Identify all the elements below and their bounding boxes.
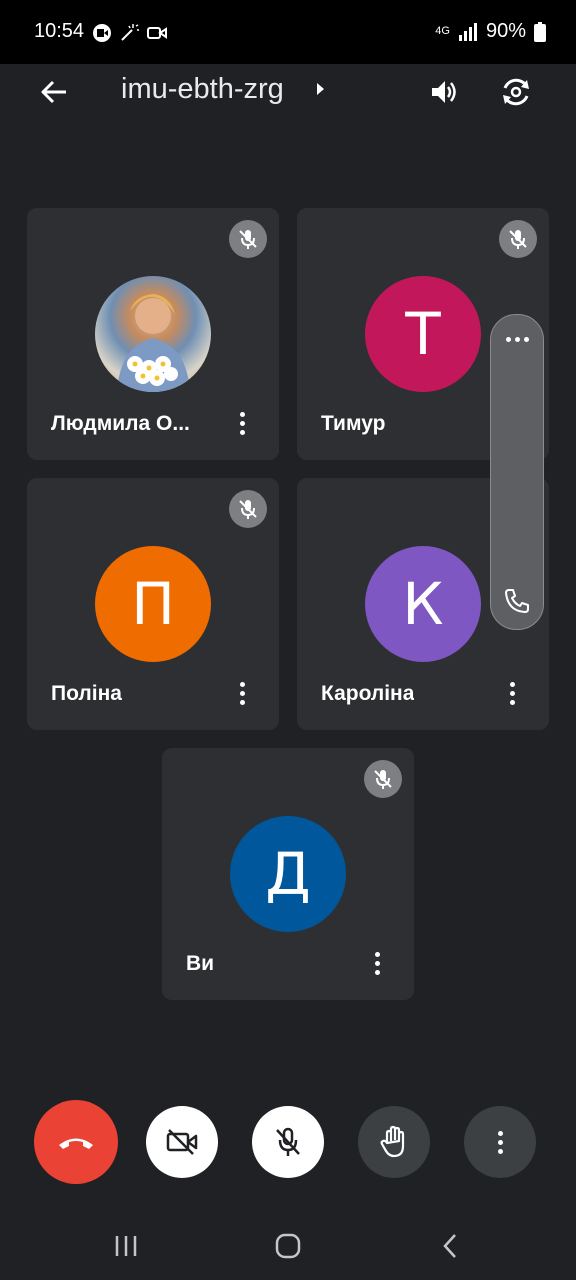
participant-tile-self[interactable]: Д Ви <box>162 748 414 1000</box>
phone-icon <box>505 589 529 613</box>
call-controls <box>0 1100 576 1184</box>
system-navigation-bar <box>0 1210 576 1280</box>
raise-hand-button[interactable] <box>358 1106 430 1178</box>
participant-more-button[interactable] <box>497 678 527 708</box>
camera-flip-icon <box>503 78 529 106</box>
mic-off-icon <box>239 500 257 519</box>
signal-icon <box>458 22 477 41</box>
network-type: 4G <box>435 25 450 37</box>
participant-photo-avatar <box>95 276 211 392</box>
magic-wand-icon <box>121 24 139 41</box>
meeting-code[interactable]: imu-ebth-zrg <box>121 73 284 106</box>
participant-more-button[interactable] <box>227 678 257 708</box>
mic-toggle-button[interactable] <box>252 1106 324 1178</box>
participant-avatar: К <box>365 546 481 662</box>
participant-avatar: П <box>95 546 211 662</box>
home-button[interactable] <box>268 1228 308 1264</box>
battery-percent: 90% <box>485 20 526 42</box>
recent-apps-icon <box>115 1236 137 1256</box>
muted-indicator <box>499 220 537 258</box>
participant-more-button[interactable] <box>227 408 257 438</box>
back-chevron-icon <box>443 1234 456 1258</box>
back-button[interactable] <box>34 72 74 112</box>
speaker-icon <box>432 81 456 103</box>
participant-tile[interactable]: Людмила О... <box>27 208 279 460</box>
status-bar: 10:54 4G 90% <box>0 0 576 64</box>
back-arrow-icon <box>41 80 66 104</box>
google-meet-notification-icon <box>93 24 111 42</box>
participant-avatar: Т <box>365 276 481 392</box>
participant-name: Кароліна <box>321 682 415 705</box>
status-notification-icons <box>92 22 168 44</box>
mic-off-icon <box>509 230 527 249</box>
participant-name: Поліна <box>51 682 122 705</box>
participant-name: Тимур <box>321 412 386 435</box>
floating-side-panel[interactable] <box>490 314 544 630</box>
muted-indicator <box>364 760 402 798</box>
muted-indicator <box>229 490 267 528</box>
participant-avatar: Д <box>230 816 346 932</box>
battery-icon <box>534 21 546 42</box>
muted-indicator <box>229 220 267 258</box>
more-vertical-icon <box>497 1130 503 1154</box>
participant-more-button[interactable] <box>362 948 392 978</box>
mic-off-icon <box>239 230 257 249</box>
more-horizontal-icon[interactable] <box>491 327 543 351</box>
profile-photo <box>117 294 190 392</box>
video-notification-icon <box>147 27 167 39</box>
recent-apps-button[interactable] <box>106 1228 146 1264</box>
home-icon <box>275 1233 301 1259</box>
participant-name: Людмила О... <box>51 412 190 435</box>
raise-hand-icon <box>380 1125 405 1158</box>
camera-toggle-button[interactable] <box>146 1106 218 1178</box>
end-call-icon <box>59 1138 93 1149</box>
meeting-header: imu-ebth-zrg <box>0 64 576 116</box>
mic-off-icon <box>276 1127 300 1156</box>
participant-name: Ви <box>186 952 215 975</box>
participant-tile[interactable]: П Поліна <box>27 478 279 730</box>
phone-button[interactable] <box>499 583 535 619</box>
status-time: 10:54 <box>34 20 85 42</box>
mic-off-icon <box>374 770 392 789</box>
end-call-button[interactable] <box>34 1100 118 1184</box>
more-options-button[interactable] <box>464 1106 536 1178</box>
status-right: 4G 90% <box>435 20 546 43</box>
back-nav-button[interactable] <box>430 1228 470 1264</box>
speaker-button[interactable] <box>422 70 466 114</box>
camera-flip-button[interactable] <box>494 70 538 114</box>
camera-off-icon <box>166 1129 198 1155</box>
chevron-right-icon[interactable] <box>314 81 326 97</box>
